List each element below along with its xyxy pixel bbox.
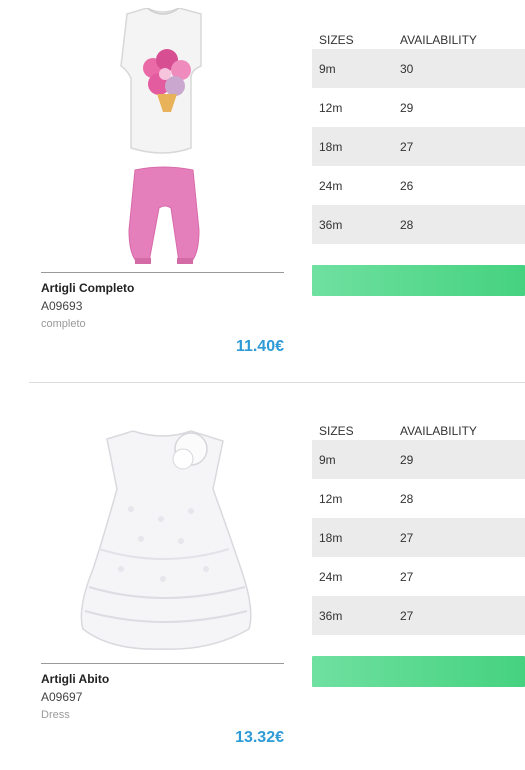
table-row: 18m 27 [312, 518, 525, 557]
availability-cell: 28 [400, 491, 414, 506]
section-divider [29, 382, 525, 383]
size-cell: 24m [319, 178, 343, 193]
availability-cell: 27 [400, 139, 414, 154]
table-row: 36m 27 [312, 596, 525, 635]
table-row: 18m 27 [312, 127, 525, 166]
table-row: 24m 27 [312, 557, 525, 596]
size-cell: 12m [319, 100, 343, 115]
table-row: 12m 28 [312, 479, 525, 518]
size-cell: 36m [319, 217, 343, 232]
product-image[interactable] [41, 419, 284, 681]
availability-cell: 26 [400, 178, 414, 193]
availability-header: AVAILABILITY [400, 33, 477, 47]
product-divider [41, 272, 284, 273]
availability-cell: 27 [400, 530, 414, 545]
table-row: 36m 28 [312, 205, 525, 244]
product-price: 13.32€ [235, 729, 284, 746]
availability-cell: 29 [400, 100, 414, 115]
shirt-and-pants-icon [120, 8, 202, 264]
size-cell: 36m [319, 608, 343, 623]
availability-header: AVAILABILITY [400, 424, 477, 438]
product-category: completo [41, 318, 86, 330]
availability-cell: 28 [400, 217, 414, 232]
table-header: SIZES AVAILABILITY [312, 33, 525, 49]
size-cell: 9m [319, 61, 336, 76]
table-row: 24m 26 [312, 166, 525, 205]
product-price: 11.40€ [235, 338, 284, 355]
product-image[interactable] [41, 8, 284, 270]
add-to-cart-button[interactable] [312, 265, 525, 296]
table-row: 9m 30 [312, 49, 525, 88]
product-category: Dress [41, 709, 70, 721]
availability-cell: 29 [400, 452, 414, 467]
table-row: 12m 29 [312, 88, 525, 127]
size-availability-table: SIZES AVAILABILITY 9m 30 12m 29 18m 27 24m 2… [312, 33, 525, 244]
product-name[interactable]: Artigli Completo [41, 281, 134, 295]
sizes-header: SIZES [319, 33, 354, 47]
size-cell: 24m [319, 569, 343, 584]
availability-cell: 30 [400, 61, 414, 76]
availability-cell: 27 [400, 608, 414, 623]
size-cell: 18m [319, 139, 343, 154]
dress-icon [80, 430, 252, 650]
product-divider [41, 663, 284, 664]
sizes-header: SIZES [319, 424, 354, 438]
table-row: 9m 29 [312, 440, 525, 479]
product-name[interactable]: Artigli Abito [41, 672, 109, 686]
availability-cell: 27 [400, 569, 414, 584]
product-code: A09697 [41, 690, 83, 704]
add-to-cart-button[interactable] [312, 656, 525, 687]
size-cell: 18m [319, 530, 343, 545]
table-header: SIZES AVAILABILITY [312, 424, 525, 440]
size-cell: 9m [319, 452, 336, 467]
size-availability-table: SIZES AVAILABILITY 9m 29 12m 28 18m 27 24m 2… [312, 424, 525, 635]
product-code: A09693 [41, 299, 83, 313]
size-cell: 12m [319, 491, 343, 506]
